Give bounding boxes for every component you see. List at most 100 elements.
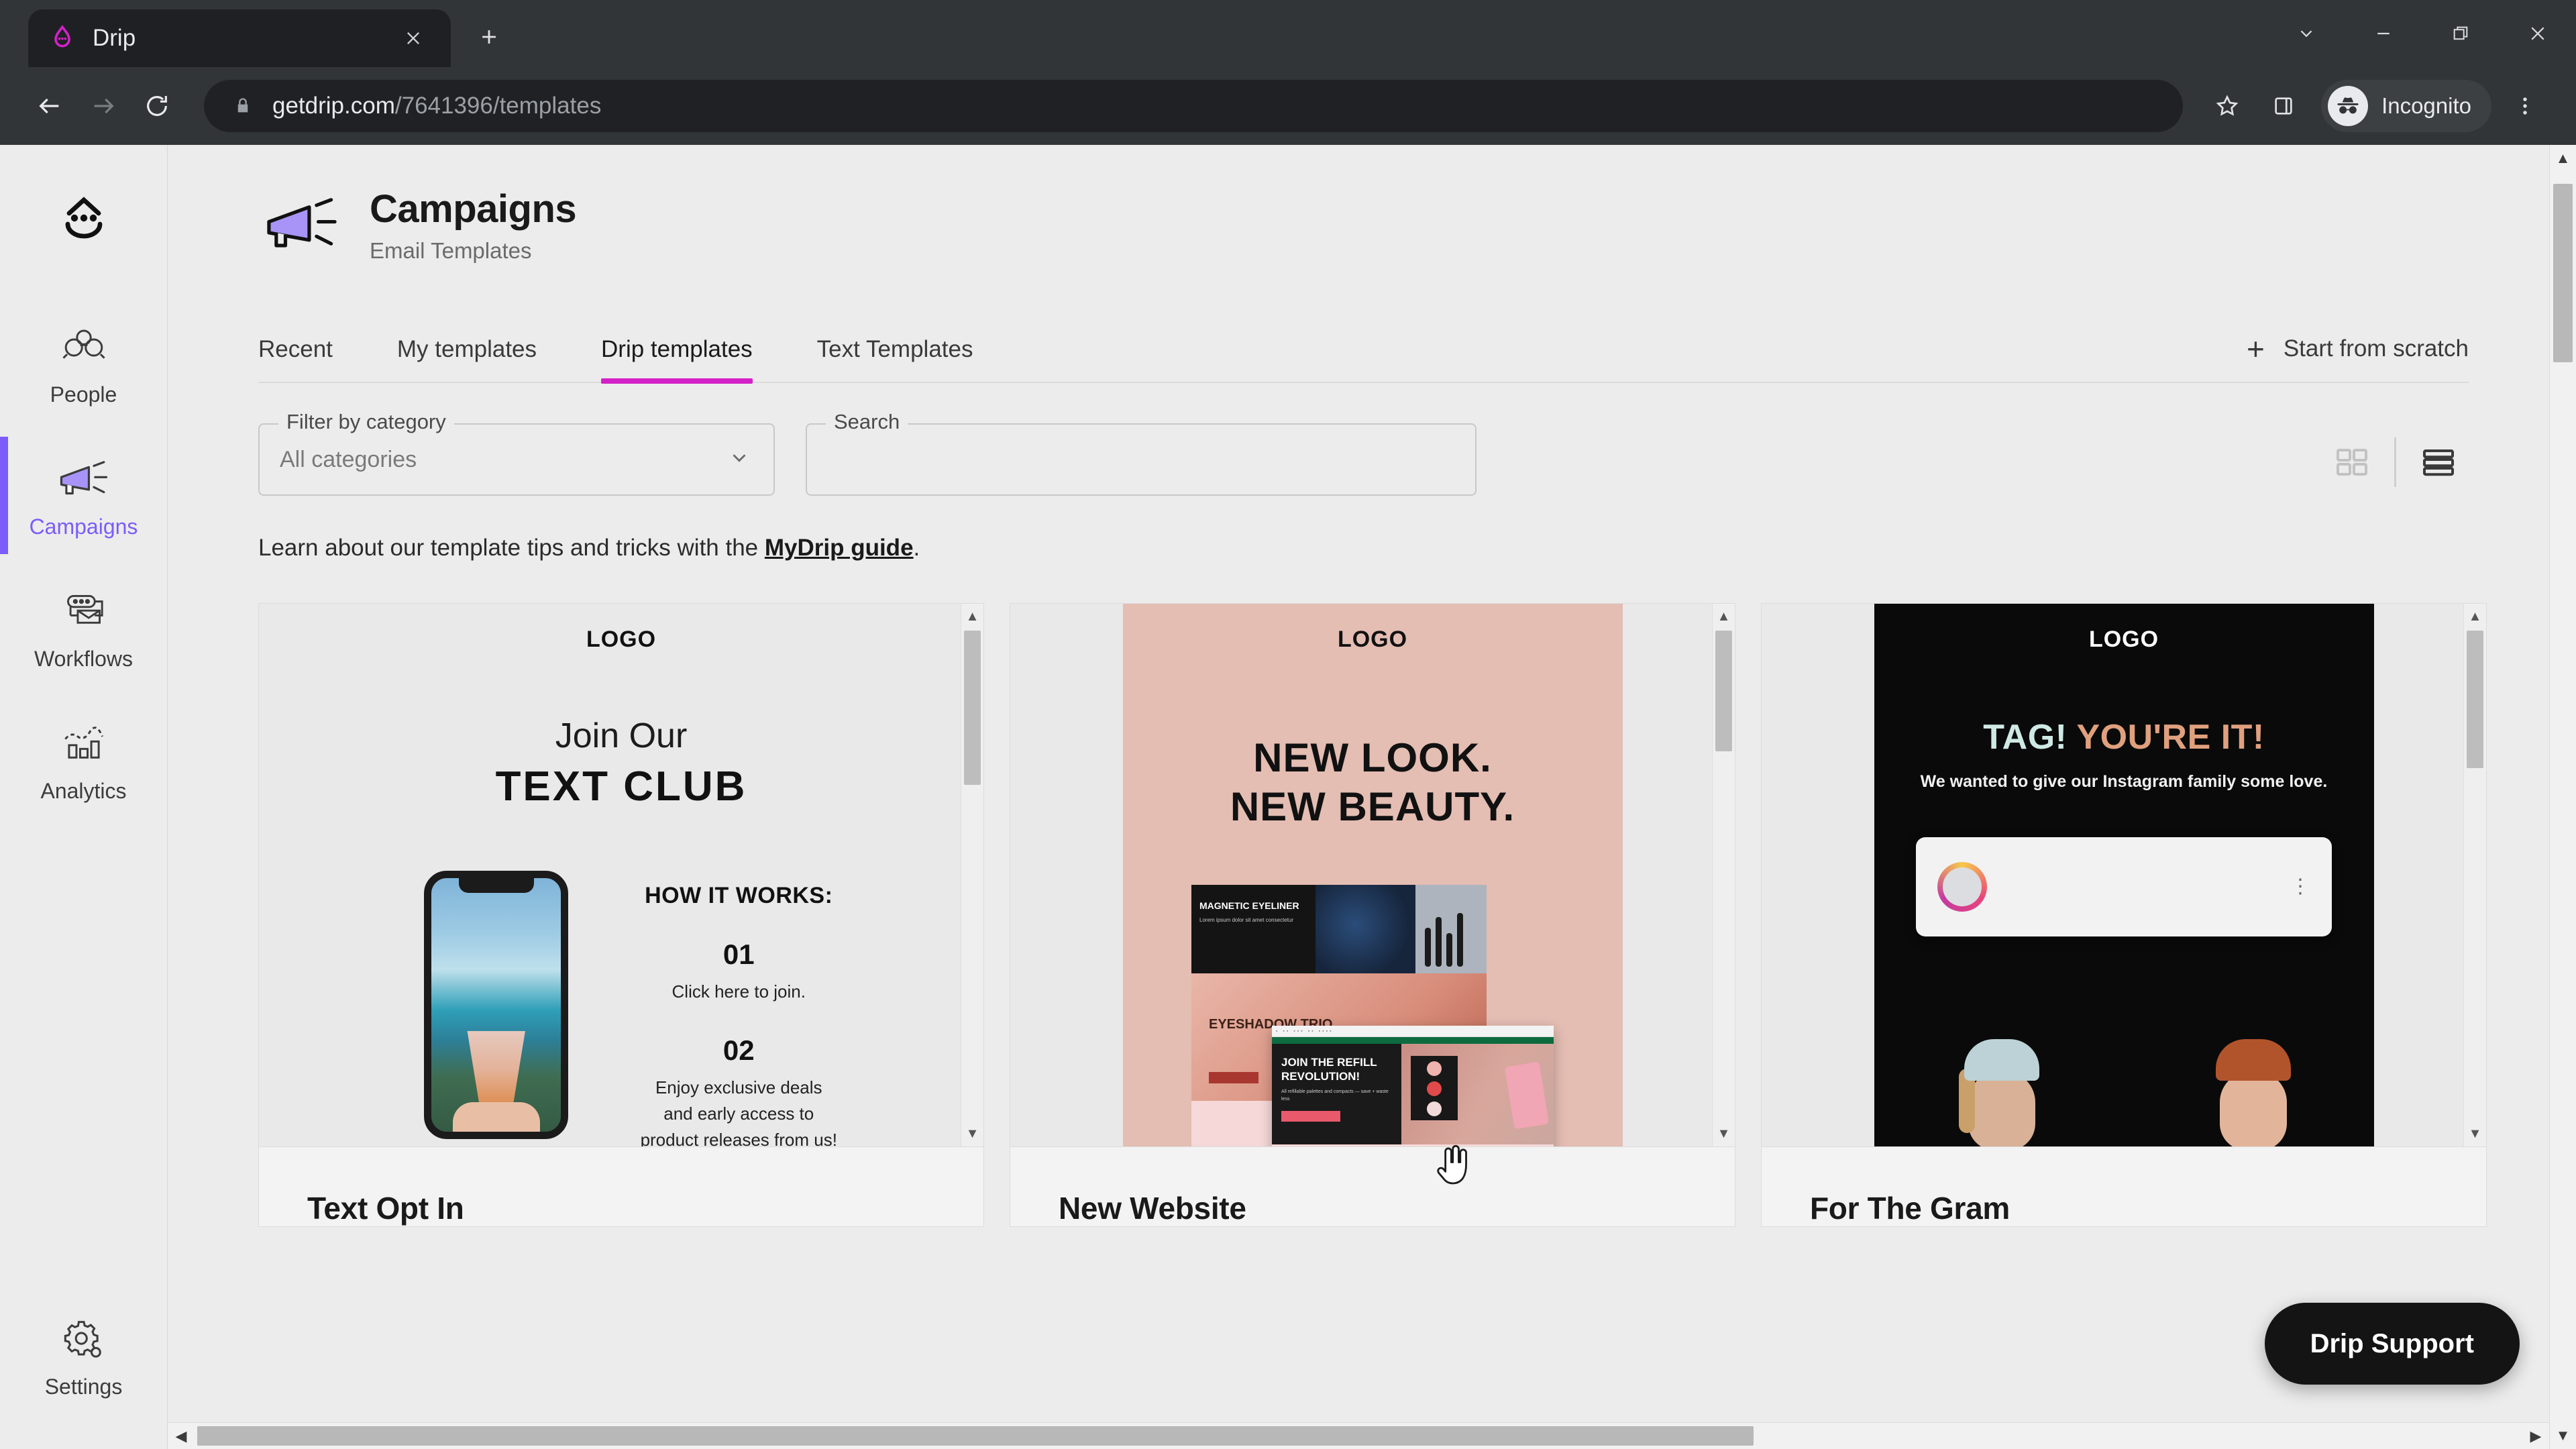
preview-logo: LOGO [586, 627, 657, 652]
drip-logo-icon [47, 23, 78, 54]
preview-scrollbar[interactable]: ▲ ▼ [961, 604, 983, 1146]
tab-drip-templates[interactable]: Drip templates [601, 336, 753, 384]
template-preview-frame: LOGO NEW LOOK. NEW BEAUTY. MAGNETIC EYEL… [1122, 604, 1623, 1146]
preview-line2: NEW BEAUTY. [1230, 784, 1515, 830]
scroll-up-icon[interactable]: ▲ [2464, 605, 2486, 628]
tab-recent[interactable]: Recent [258, 336, 333, 382]
mockup-promo: JOIN THE REFILL REVOLUTION! All refillab… [1272, 1044, 1402, 1145]
preview-line2: TEXT CLUB [495, 763, 747, 810]
scroll-thumb[interactable] [2553, 184, 2573, 362]
template-card[interactable]: LOGO NEW LOOK. NEW BEAUTY. MAGNETIC EYEL… [1010, 603, 1735, 1227]
drip-brand-icon[interactable] [44, 178, 124, 259]
palette-pan [1427, 1081, 1442, 1097]
phone-mockup [424, 871, 569, 1139]
template-grid: LOGO Join Our TEXT CLUB HOW IT WORKS: 01… [258, 603, 2576, 1227]
drip-support-button[interactable]: Drip Support [2264, 1303, 2520, 1385]
list-view-icon[interactable] [2408, 435, 2469, 489]
kebab-menu-icon: ⋮ [2290, 875, 2310, 898]
back-arrow-icon[interactable] [23, 79, 76, 133]
kebab-menu-icon[interactable] [2497, 78, 2553, 134]
template-card[interactable]: LOGO Join Our TEXT CLUB HOW IT WORKS: 01… [258, 603, 984, 1227]
preview-scrollbar[interactable]: ▲ ▼ [2463, 604, 2486, 1146]
collage-product-block: MAGNETIC EYELINER Lorem ipsum dolor sit … [1191, 885, 1316, 974]
view-toggle-group [2322, 435, 2469, 489]
tab-text-templates[interactable]: Text Templates [817, 336, 973, 382]
sidebar-item-label: People [50, 382, 117, 407]
search-input[interactable]: Search [806, 410, 1477, 496]
megaphone-icon [56, 454, 111, 505]
sidebar-item-analytics[interactable]: Analytics [0, 701, 167, 818]
scroll-thumb[interactable] [197, 1426, 1754, 1446]
scroll-up-icon[interactable]: ▲ [2550, 145, 2576, 172]
close-window-button[interactable] [2499, 0, 2576, 67]
mockup-toolbar: ▪ ▪▪ ▪▪▪ ▪▪ ▪▪▪▪ [1272, 1026, 1554, 1038]
scroll-down-icon[interactable]: ▼ [2550, 1422, 2576, 1449]
reload-icon[interactable] [130, 79, 184, 133]
brush-shape [1425, 928, 1432, 967]
scroll-left-icon[interactable]: ◀ [168, 1423, 195, 1449]
scroll-down-icon[interactable]: ▼ [1713, 1122, 1735, 1145]
start-from-scratch-button[interactable]: + Start from scratch [2247, 333, 2469, 382]
close-icon[interactable] [394, 19, 432, 57]
profile-chip[interactable]: Incognito [2321, 80, 2491, 132]
template-preview: LOGO Join Our TEXT CLUB HOW IT WORKS: 01… [259, 604, 983, 1147]
preview-subtitle: We wanted to give our Instagram family s… [1920, 772, 2328, 791]
preview-scrollbar[interactable]: ▲ ▼ [1712, 604, 1735, 1146]
grid-view-icon[interactable] [2322, 435, 2382, 489]
url-domain: getdrip.com [272, 93, 395, 119]
brush-shape [1446, 933, 1453, 967]
address-bar[interactable]: getdrip.com/7641396/templates [204, 80, 2184, 132]
browser-window: Drip getdrip.com/7641396/templates Incog… [0, 0, 2576, 1449]
scroll-thumb[interactable] [2467, 631, 2483, 768]
category-filter-select[interactable]: Filter by category All categories [258, 410, 775, 496]
page-vertical-scrollbar[interactable]: ▲ ▼ [2549, 145, 2576, 1449]
preview-step-number: 02 [722, 1034, 755, 1066]
person-figure [1955, 1039, 2049, 1146]
browser-tabstrip: Drip [0, 0, 2576, 67]
scroll-thumb[interactable] [1715, 631, 1732, 751]
app-sidebar: People Campaigns Workflows Analytics Set… [0, 145, 168, 1449]
forward-arrow-icon[interactable] [76, 79, 130, 133]
minimize-button[interactable] [2345, 0, 2422, 67]
browser-tab[interactable]: Drip [28, 9, 451, 67]
new-tab-button[interactable] [466, 13, 513, 60]
scroll-up-icon[interactable]: ▲ [961, 605, 983, 628]
sidebar-item-campaigns[interactable]: Campaigns [0, 437, 167, 554]
side-panel-icon[interactable] [2255, 78, 2312, 134]
scroll-up-icon[interactable]: ▲ [1713, 605, 1735, 628]
mockup-nav-items: ▪ ▪▪ ▪▪▪ ▪▪ ▪▪▪▪ [1276, 1028, 1334, 1034]
preview-step-number: 01 [722, 938, 755, 970]
chevron-down-icon [728, 447, 751, 473]
beanie-shape [2215, 1039, 2291, 1081]
template-preview-body: LOGO Join Our TEXT CLUB HOW IT WORKS: 01… [371, 604, 871, 1146]
preview-tagline: TAG! YOU'RE IT! [1874, 717, 2374, 757]
tab-search-button[interactable] [2267, 0, 2345, 67]
tab-my-templates[interactable]: My templates [397, 336, 537, 382]
hint-after: . [913, 535, 920, 561]
restore-button[interactable] [2422, 0, 2499, 67]
star-icon[interactable] [2199, 78, 2255, 134]
template-title: Text Opt In [307, 1191, 464, 1226]
brush-shape [1436, 917, 1442, 967]
page-horizontal-scrollbar[interactable]: ◀ ▶ [168, 1422, 2549, 1449]
category-filter-label: Filter by category [278, 410, 454, 434]
palette-pan [1427, 1102, 1442, 1117]
mydrip-guide-link[interactable]: MyDrip guide [765, 535, 914, 561]
sidebar-item-people[interactable]: People [0, 305, 167, 422]
instagram-card: ⋮ [1916, 837, 2332, 936]
gear-icon [60, 1314, 108, 1365]
scroll-down-icon[interactable]: ▼ [961, 1122, 983, 1145]
filter-row: Filter by category All categories Search [258, 410, 2469, 496]
sidebar-item-settings[interactable]: Settings [0, 1297, 167, 1414]
preview-collage: MAGNETIC EYELINER Lorem ipsum dolor sit … [1185, 885, 1560, 1146]
page-header-text: Campaigns Email Templates [370, 186, 577, 264]
template-preview-frame: LOGO Join Our TEXT CLUB HOW IT WORKS: 01… [371, 604, 871, 1146]
scroll-down-icon[interactable]: ▼ [2464, 1122, 2486, 1145]
scroll-right-icon[interactable]: ▶ [2522, 1423, 2549, 1449]
sidebar-item-workflows[interactable]: Workflows [0, 569, 167, 686]
preview-people-photo [1874, 1026, 2374, 1146]
tagline-part2: YOU'RE IT! [2076, 718, 2265, 757]
template-card[interactable]: LOGO TAG! YOU'RE IT! We wanted to give o… [1761, 603, 2487, 1227]
page-subtitle: Email Templates [370, 238, 532, 263]
scroll-thumb[interactable] [964, 631, 981, 785]
